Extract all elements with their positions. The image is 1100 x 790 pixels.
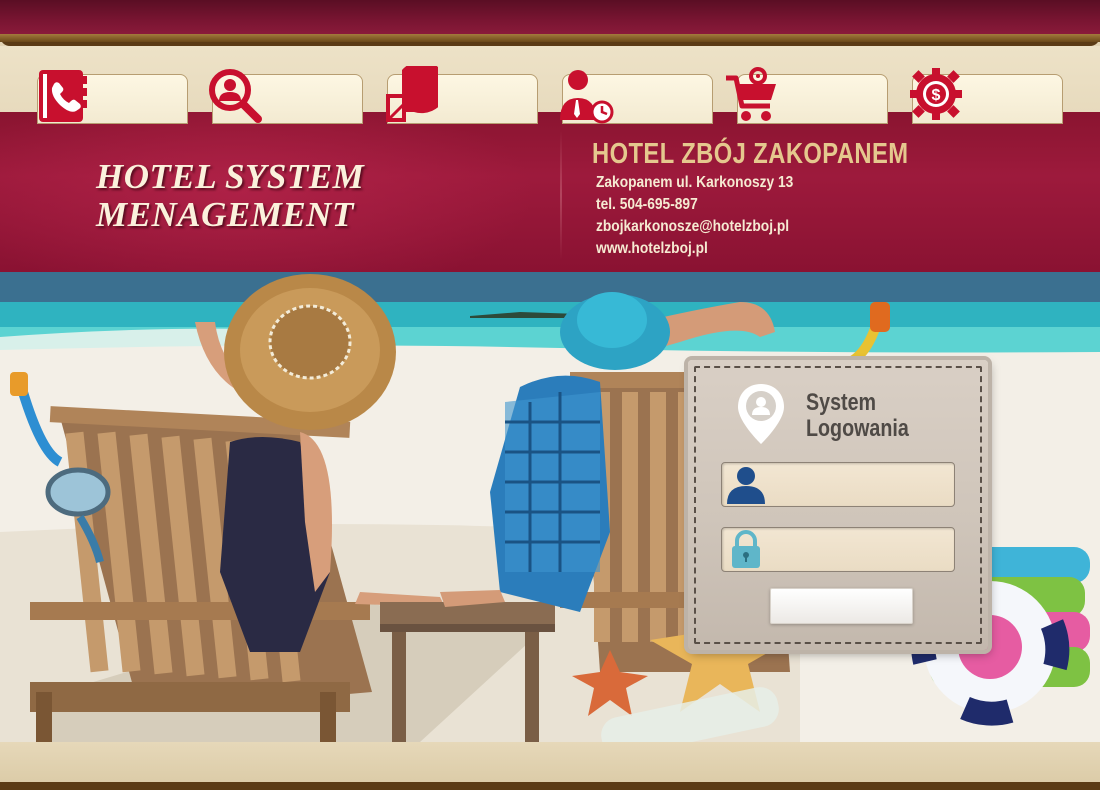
user-icon (727, 467, 765, 504)
hotel-address: Zakopanem ul. Karkonoszy 13 (596, 174, 794, 191)
login-title: System Logowania (806, 390, 945, 442)
system-title: HOTEL SYSTEM MENAGEMENT (96, 158, 426, 234)
phone-book-icon[interactable] (35, 66, 91, 124)
hotel-name: HOTEL ZBÓJ ZAKOPANEM (592, 138, 909, 170)
cart-settings-icon[interactable] (724, 66, 780, 124)
svg-text:$: $ (932, 87, 941, 104)
password-field (721, 527, 955, 572)
footer-band (0, 742, 1100, 782)
map-pin-user-icon (738, 384, 784, 444)
staff-schedule-icon[interactable] (558, 66, 614, 124)
top-bar-trim (0, 34, 1100, 42)
padlock-icon (732, 530, 760, 568)
login-title-line2: Logowania (806, 415, 909, 442)
hotel-email[interactable]: zbojkarkonosze@hotelzboj.pl (596, 218, 789, 236)
username-input[interactable] (774, 469, 948, 500)
hotel-website[interactable]: www.hotelzboj.pl (596, 240, 708, 258)
hotel-phone: tel. 504-695-897 (596, 196, 698, 213)
system-title-line2: MENAGEMENT (96, 195, 354, 234)
footer-bar (0, 782, 1100, 790)
username-field (721, 462, 955, 507)
login-button[interactable] (770, 588, 913, 624)
system-title-line1: HOTEL SYSTEM (96, 157, 365, 196)
finance-gear-icon[interactable]: $ (908, 66, 964, 124)
report-chart-icon[interactable] (382, 66, 438, 124)
top-bar (0, 0, 1100, 38)
login-title-line1: System (806, 389, 877, 416)
guest-search-icon[interactable] (206, 66, 262, 124)
password-input[interactable] (774, 534, 948, 565)
header-divider (560, 130, 562, 260)
